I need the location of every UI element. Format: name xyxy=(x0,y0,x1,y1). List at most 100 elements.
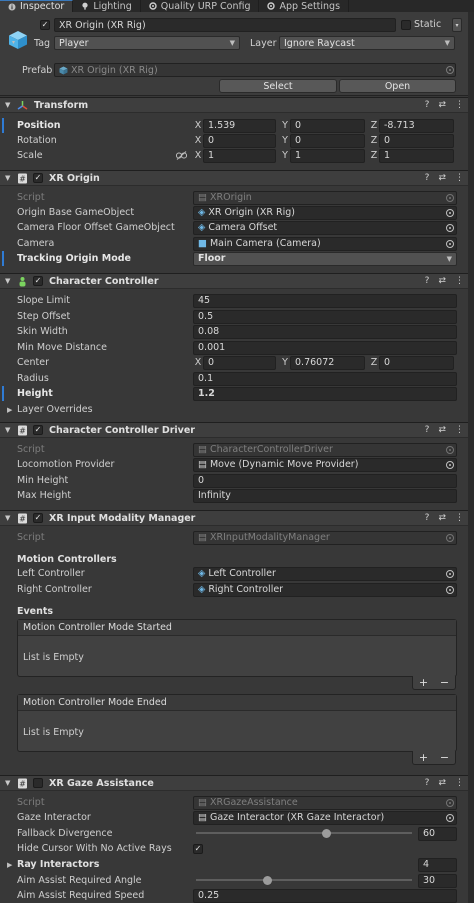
position-x-input[interactable]: 1.539 xyxy=(203,118,276,133)
tag-dropdown[interactable]: Player ▼ xyxy=(54,36,240,50)
slope-limit-input[interactable]: 45 xyxy=(193,293,457,308)
more-options-icon[interactable]: ⋮ xyxy=(455,276,464,286)
fallback-divergence-slider[interactable] xyxy=(196,832,412,834)
rotation-x-input[interactable]: 0 xyxy=(203,133,276,148)
enabled-checkbox[interactable]: ✓ xyxy=(33,513,43,523)
rotation-z-input[interactable]: 0 xyxy=(379,133,454,148)
foldout-arrow-icon[interactable]: ▼ xyxy=(5,514,15,522)
presets-icon[interactable]: ⇄ xyxy=(438,276,446,286)
cc-driver-header[interactable]: ▼ # ✓ Character Controller Driver ? ⇄ ⋮ xyxy=(0,422,474,438)
origin-base-field[interactable]: ◈ XR Origin (XR Rig) xyxy=(193,205,457,220)
gaze-assistance-header[interactable]: ▼ # XR Gaze Assistance ? ⇄ ⋮ xyxy=(0,775,474,791)
tracking-mode-dropdown[interactable]: Floor ▼ xyxy=(193,251,457,266)
min-height-input[interactable]: 0 xyxy=(193,473,457,488)
foldout-arrow-icon[interactable]: ▼ xyxy=(5,277,15,285)
tab-app-settings[interactable]: App Settings xyxy=(259,0,350,12)
skin-width-input[interactable]: 0.08 xyxy=(193,324,457,339)
presets-icon[interactable]: ⇄ xyxy=(438,173,446,183)
more-options-icon[interactable]: ⋮ xyxy=(455,425,464,435)
fallback-divergence-slider-thumb[interactable] xyxy=(321,829,331,838)
select-button[interactable]: Select xyxy=(219,79,337,93)
xr-origin-header[interactable]: ▼ # ✓ XR Origin ? ⇄ ⋮ xyxy=(0,170,474,186)
help-icon[interactable]: ? xyxy=(425,173,430,183)
camera-floor-field[interactable]: ◈ Camera Offset xyxy=(193,220,457,235)
center-y-input[interactable]: 0.76072 xyxy=(290,355,365,370)
icon-dropdown-caret-icon[interactable]: ▾ xyxy=(12,39,15,46)
open-button[interactable]: Open xyxy=(339,79,456,93)
scale-x-input[interactable]: 1 xyxy=(203,148,276,163)
foldout-arrow-icon[interactable]: ▼ xyxy=(5,426,15,434)
layer-overrides-row[interactable]: ▶ Layer Overrides xyxy=(0,402,474,417)
input-modality-header[interactable]: ▼ # ✓ XR Input Modality Manager ? ⇄ ⋮ xyxy=(0,510,474,526)
enabled-checkbox[interactable]: ✓ xyxy=(33,276,43,286)
height-input[interactable]: 1.2 xyxy=(193,386,457,401)
fallback-divergence-input[interactable]: 60 xyxy=(418,826,457,841)
hide-cursor-checkbox[interactable]: ✓ xyxy=(193,843,203,854)
presets-icon[interactable]: ⇄ xyxy=(438,778,446,788)
help-icon[interactable]: ? xyxy=(425,276,430,286)
object-picker-icon[interactable] xyxy=(446,208,454,217)
center-z-input[interactable]: 0 xyxy=(379,355,454,370)
locomotion-field[interactable]: ▤ Move (Dynamic Move Provider) xyxy=(193,457,457,472)
add-icon[interactable]: + xyxy=(419,751,428,764)
help-icon[interactable]: ? xyxy=(425,778,430,788)
presets-icon[interactable]: ⇄ xyxy=(438,513,446,523)
static-dropdown-button[interactable]: ▾ xyxy=(452,18,462,32)
foldout-arrow-icon[interactable]: ▼ xyxy=(5,174,15,182)
enabled-checkbox[interactable] xyxy=(33,778,43,788)
remove-icon[interactable]: − xyxy=(440,676,449,689)
scale-y-input[interactable]: 1 xyxy=(290,148,365,163)
rotation-y-input[interactable]: 0 xyxy=(290,133,365,148)
add-icon[interactable]: + xyxy=(419,676,428,689)
help-icon[interactable]: ? xyxy=(425,100,430,110)
max-height-input[interactable]: Infinity xyxy=(193,488,457,503)
gaze-interactor-field[interactable]: ▤ Gaze Interactor (XR Gaze Interactor) xyxy=(193,810,457,825)
object-picker-icon[interactable] xyxy=(446,223,454,232)
step-offset-input[interactable]: 0.5 xyxy=(193,309,457,324)
more-options-icon[interactable]: ⋮ xyxy=(455,100,464,110)
active-checkbox[interactable]: ✓ xyxy=(40,20,50,30)
aim-angle-slider[interactable] xyxy=(196,879,412,881)
position-y-input[interactable]: 0 xyxy=(290,118,365,133)
camera-field[interactable]: ■ Main Camera (Camera) xyxy=(193,236,457,251)
object-picker-icon[interactable] xyxy=(446,585,454,594)
object-picker-icon[interactable] xyxy=(446,569,454,578)
right-controller-field[interactable]: ◈ Right Controller xyxy=(193,582,457,597)
radius-input[interactable]: 0.1 xyxy=(193,371,457,386)
center-x-input[interactable]: 0 xyxy=(203,355,276,370)
ray-interactors-row[interactable]: ▶ Ray Interactors 4 xyxy=(0,857,474,872)
foldout-arrow-icon[interactable]: ▼ xyxy=(5,779,15,787)
object-picker-icon[interactable] xyxy=(446,460,454,469)
tab-inspector[interactable]: Inspector xyxy=(0,0,74,12)
more-options-icon[interactable]: ⋮ xyxy=(455,173,464,183)
static-checkbox[interactable] xyxy=(401,20,411,30)
left-controller-field[interactable]: ◈ Left Controller xyxy=(193,566,457,581)
foldout-arrow-icon[interactable]: ▶ xyxy=(7,406,12,414)
foldout-arrow-icon[interactable]: ▼ xyxy=(5,101,15,109)
aim-speed-input[interactable]: 0.25 xyxy=(193,888,457,903)
layer-dropdown[interactable]: Ignore Raycast ▼ xyxy=(279,36,455,50)
foldout-arrow-icon[interactable]: ▶ xyxy=(7,861,12,869)
aim-angle-slider-thumb[interactable] xyxy=(263,876,273,885)
inspector-scrollbar[interactable] xyxy=(468,12,474,903)
help-icon[interactable]: ? xyxy=(425,513,430,523)
presets-icon[interactable]: ⇄ xyxy=(438,100,446,110)
tab-lighting[interactable]: Lighting xyxy=(73,0,141,12)
help-icon[interactable]: ? xyxy=(425,425,430,435)
gameobject-name-input[interactable]: XR Origin (XR Rig) xyxy=(54,18,396,32)
enabled-checkbox[interactable]: ✓ xyxy=(33,173,43,183)
aim-angle-input[interactable]: 30 xyxy=(418,873,457,888)
transform-header[interactable]: ▼ Transform ? ⇄ ⋮ xyxy=(0,97,474,113)
position-z-input[interactable]: -8.713 xyxy=(379,118,454,133)
presets-icon[interactable]: ⇄ xyxy=(438,425,446,435)
more-options-icon[interactable]: ⋮ xyxy=(455,778,464,788)
remove-icon[interactable]: − xyxy=(440,751,449,764)
enabled-checkbox[interactable]: ✓ xyxy=(33,425,43,435)
min-move-input[interactable]: 0.001 xyxy=(193,340,457,355)
character-controller-header[interactable]: ▼ ✓ Character Controller ? ⇄ ⋮ xyxy=(0,273,474,289)
tab-quality-urp-config[interactable]: Quality URP Config xyxy=(141,0,260,12)
link-icon[interactable] xyxy=(176,151,187,160)
ray-interactors-count-input[interactable]: 4 xyxy=(418,857,457,872)
more-options-icon[interactable]: ⋮ xyxy=(455,513,464,523)
object-picker-icon[interactable] xyxy=(446,813,454,822)
